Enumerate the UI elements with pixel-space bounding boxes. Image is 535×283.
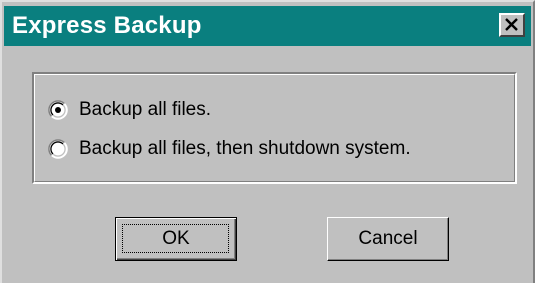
- cancel-button-label: Cancel: [358, 228, 418, 249]
- radio-backup-then-shutdown[interactable]: Backup all files, then shutdown system.: [48, 136, 411, 162]
- express-backup-dialog: Express Backup Backup all files. Backup …: [0, 0, 535, 283]
- title-bar[interactable]: Express Backup: [4, 6, 531, 46]
- ok-button-label: OK: [162, 228, 190, 249]
- window-title: Express Backup: [12, 12, 202, 39]
- close-button[interactable]: [499, 13, 525, 37]
- cancel-button[interactable]: Cancel: [327, 217, 449, 261]
- radio-backup-all-files[interactable]: Backup all files.: [48, 97, 211, 123]
- backup-options-group: Backup all files. Backup all files, then…: [32, 72, 517, 184]
- radio-label-backup-all: Backup all files.: [79, 99, 212, 120]
- radio-unselected-icon[interactable]: [48, 139, 68, 159]
- radio-selected-icon[interactable]: [48, 100, 68, 120]
- radio-label-backup-shutdown: Backup all files, then shutdown system.: [79, 138, 411, 159]
- close-x-icon: [505, 18, 518, 31]
- ok-button[interactable]: OK: [115, 217, 237, 261]
